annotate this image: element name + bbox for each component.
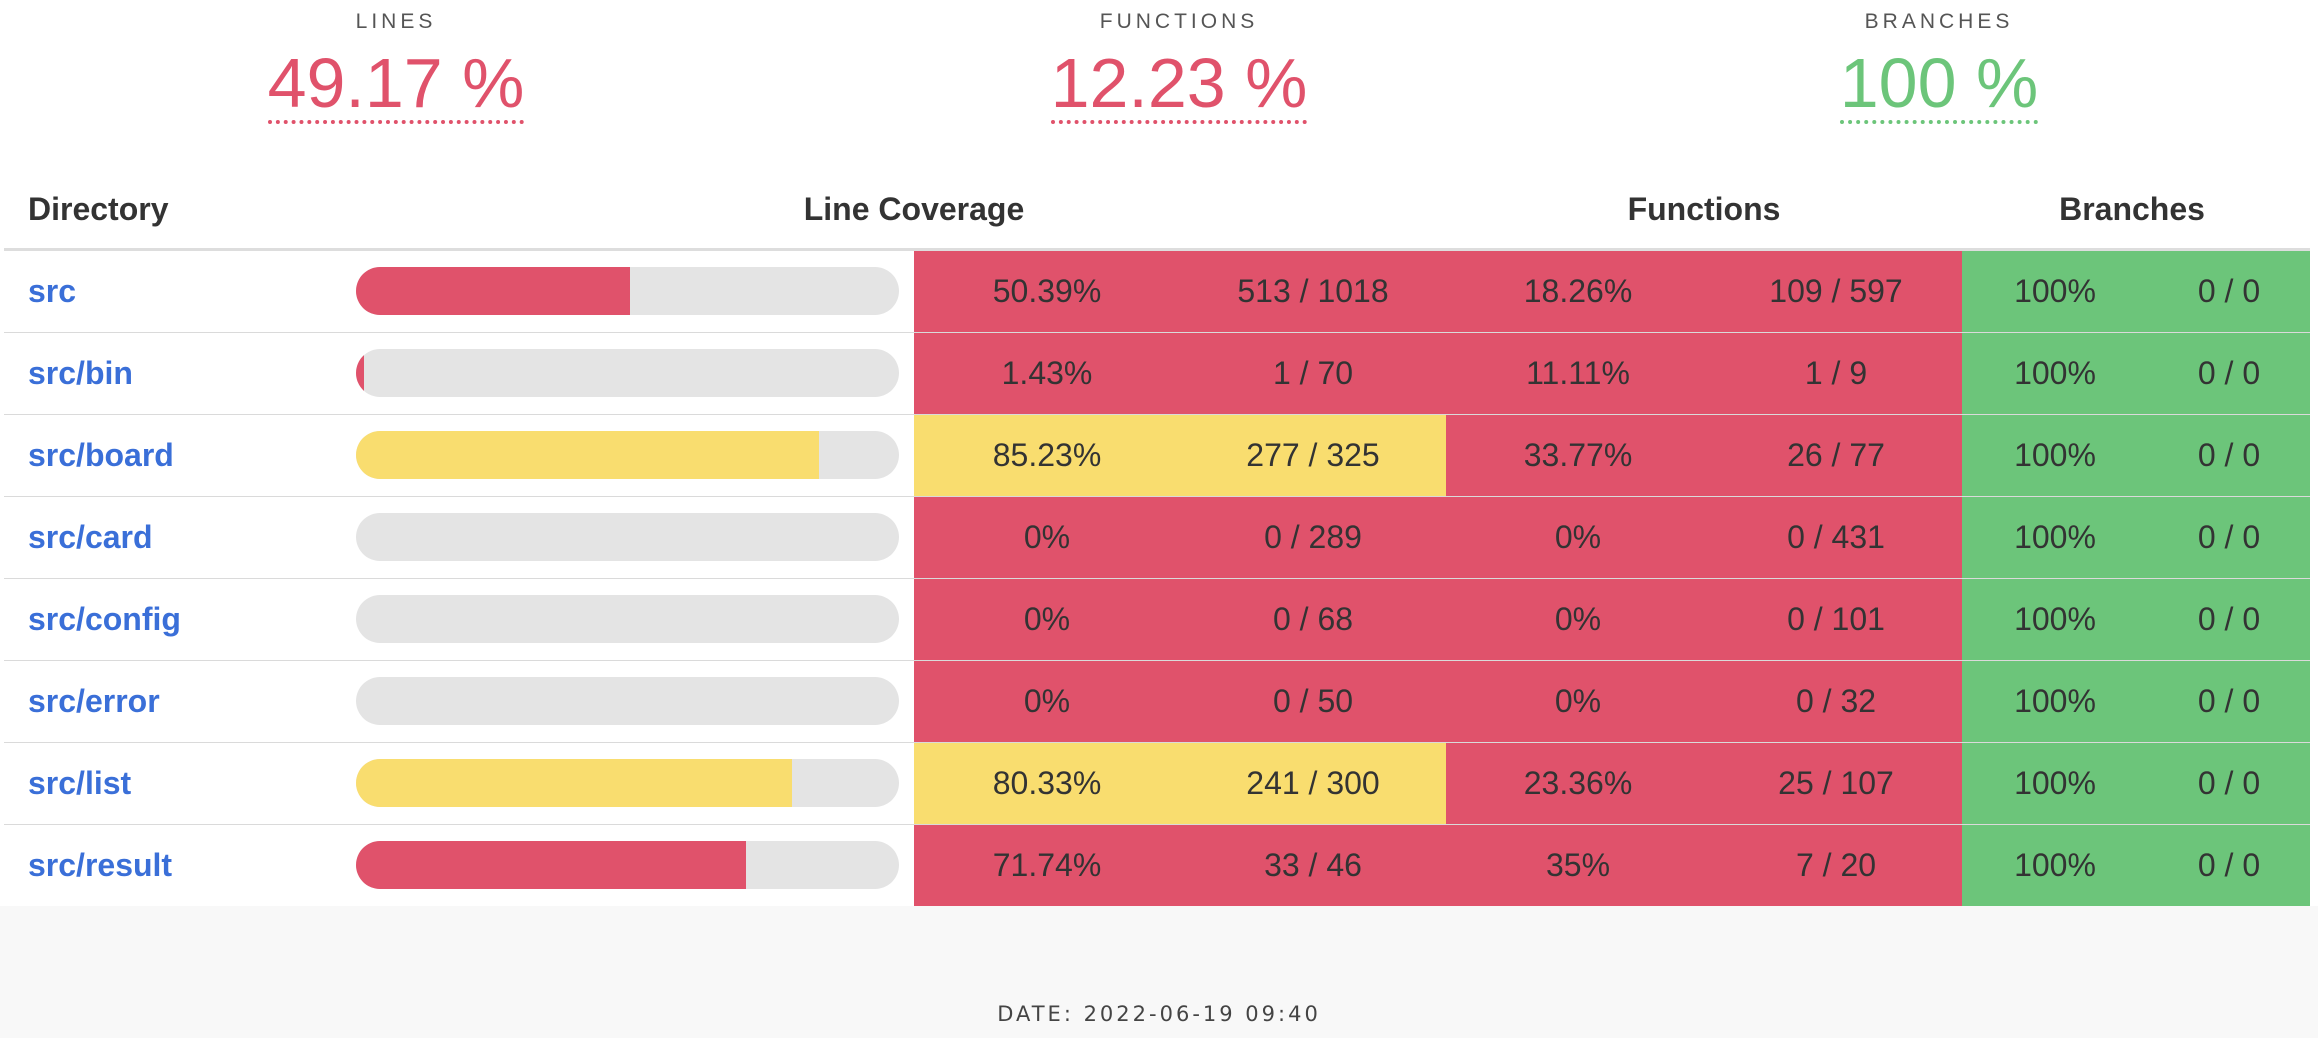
table-row: src/config 0% 0 / 68 0% 0 / 101 100% 0 / 0 <box>4 579 2310 661</box>
summary-label: BRANCHES <box>1864 10 2014 33</box>
table-row: src/result 71.74% 33 / 46 35% 7 / 20 100% 0 / … <box>4 825 2310 906</box>
table-row: src/list 80.33% 241 / 300 23.36% 25 / 107 100… <box>4 743 2310 825</box>
table-row: src 50.39% 513 / 1018 18.26% 109 / 597 100% 0 … <box>4 251 2310 333</box>
branch-percent: 100% <box>1962 497 2148 578</box>
function-count: 1 / 9 <box>1710 333 1962 414</box>
directory-link[interactable]: src/error <box>28 661 160 742</box>
line-count: 0 / 68 <box>1180 579 1446 660</box>
line-count: 1 / 70 <box>1180 333 1446 414</box>
line-percent: 50.39% <box>914 251 1180 332</box>
line-count: 0 / 50 <box>1180 661 1446 742</box>
line-coverage-bar <box>356 677 899 725</box>
summary-lines: LINES 49.17 % <box>146 0 646 124</box>
line-percent: 1.43% <box>914 333 1180 414</box>
line-coverage-bar-fill <box>356 841 746 889</box>
line-count: 513 / 1018 <box>1180 251 1446 332</box>
branch-percent: 100% <box>1962 415 2148 496</box>
branch-percent: 100% <box>1962 579 2148 660</box>
function-count: 26 / 77 <box>1710 415 1962 496</box>
summary-value: 100 % <box>1839 44 2039 124</box>
summary-branches: BRANCHES 100 % <box>1689 0 2189 124</box>
line-count: 33 / 46 <box>1180 825 1446 906</box>
function-percent: 11.11% <box>1446 333 1710 414</box>
function-percent: 18.26% <box>1446 251 1710 332</box>
line-count: 241 / 300 <box>1180 743 1446 824</box>
summary-value: 12.23 % <box>1050 44 1308 124</box>
function-percent: 0% <box>1446 497 1710 578</box>
line-coverage-bar <box>356 431 899 479</box>
line-percent: 0% <box>914 497 1180 578</box>
summary-label: FUNCTIONS <box>1099 10 1259 33</box>
line-count: 0 / 289 <box>1180 497 1446 578</box>
branch-count: 0 / 0 <box>2148 415 2310 496</box>
function-count: 0 / 101 <box>1710 579 1962 660</box>
summary-label: LINES <box>355 10 437 33</box>
branch-percent: 100% <box>1962 661 2148 742</box>
directory-link[interactable]: src/board <box>28 415 174 496</box>
function-percent: 35% <box>1446 825 1710 906</box>
function-count: 0 / 32 <box>1710 661 1962 742</box>
directory-link[interactable]: src/result <box>28 825 172 906</box>
summary-functions: FUNCTIONS 12.23 % <box>929 0 1429 124</box>
function-count: 25 / 107 <box>1710 743 1962 824</box>
function-count: 0 / 431 <box>1710 497 1962 578</box>
line-coverage-bar <box>356 513 899 561</box>
line-count: 277 / 325 <box>1180 415 1446 496</box>
function-count: 109 / 597 <box>1710 251 1962 332</box>
directory-link[interactable]: src/list <box>28 743 131 824</box>
table-header: Directory Line Coverage Functions Branch… <box>4 170 2310 251</box>
branch-percent: 100% <box>1962 333 2148 414</box>
branch-percent: 100% <box>1962 743 2148 824</box>
directory-link[interactable]: src/config <box>28 579 181 660</box>
line-coverage-bar-fill <box>356 431 819 479</box>
table-row: src/error 0% 0 / 50 0% 0 / 32 100% 0 / 0 <box>4 661 2310 743</box>
table-row: src/bin 1.43% 1 / 70 11.11% 1 / 9 100% 0 / 0 <box>4 333 2310 415</box>
branch-count: 0 / 0 <box>2148 333 2310 414</box>
directory-link[interactable]: src/bin <box>28 333 133 414</box>
line-coverage-bar <box>356 349 899 397</box>
branch-percent: 100% <box>1962 825 2148 906</box>
line-coverage-bar <box>356 759 899 807</box>
line-percent: 80.33% <box>914 743 1180 824</box>
table-row: src/card 0% 0 / 289 0% 0 / 431 100% 0 / 0 <box>4 497 2310 579</box>
branch-count: 0 / 0 <box>2148 825 2310 906</box>
line-coverage-bar <box>356 595 899 643</box>
line-coverage-bar-fill <box>356 759 793 807</box>
line-percent: 71.74% <box>914 825 1180 906</box>
branch-count: 0 / 0 <box>2148 497 2310 578</box>
line-percent: 0% <box>914 661 1180 742</box>
line-coverage-bar <box>356 841 899 889</box>
function-count: 7 / 20 <box>1710 825 1962 906</box>
directory-link[interactable]: src/card <box>28 497 153 578</box>
report-date: DATE: 2022-06-19 09:40 <box>997 1002 1321 1026</box>
directory-link[interactable]: src <box>28 251 76 332</box>
function-percent: 33.77% <box>1446 415 1710 496</box>
line-percent: 0% <box>914 579 1180 660</box>
header-directory[interactable]: Directory <box>28 170 169 248</box>
function-percent: 0% <box>1446 661 1710 742</box>
function-percent: 23.36% <box>1446 743 1710 824</box>
function-percent: 0% <box>1446 579 1710 660</box>
table-row: src/board 85.23% 277 / 325 33.77% 26 / 77 100… <box>4 415 2310 497</box>
line-percent: 85.23% <box>914 415 1180 496</box>
line-coverage-bar <box>356 267 899 315</box>
coverage-table: Directory Line Coverage Functions Branch… <box>4 170 2310 906</box>
branch-percent: 100% <box>1962 251 2148 332</box>
table-body: src 50.39% 513 / 1018 18.26% 109 / 597 100% 0 … <box>4 251 2310 906</box>
branch-count: 0 / 0 <box>2148 743 2310 824</box>
branch-count: 0 / 0 <box>2148 661 2310 742</box>
summary-value: 49.17 % <box>267 44 525 124</box>
line-coverage-bar-fill <box>356 267 630 315</box>
line-coverage-bar-fill <box>356 349 364 397</box>
footer: DATE: 2022-06-19 09:40 <box>0 906 2318 1038</box>
coverage-summary: LINES 49.17 % FUNCTIONS 12.23 % BRANCHES… <box>0 0 2318 150</box>
branch-count: 0 / 0 <box>2148 579 2310 660</box>
branch-count: 0 / 0 <box>2148 251 2310 332</box>
